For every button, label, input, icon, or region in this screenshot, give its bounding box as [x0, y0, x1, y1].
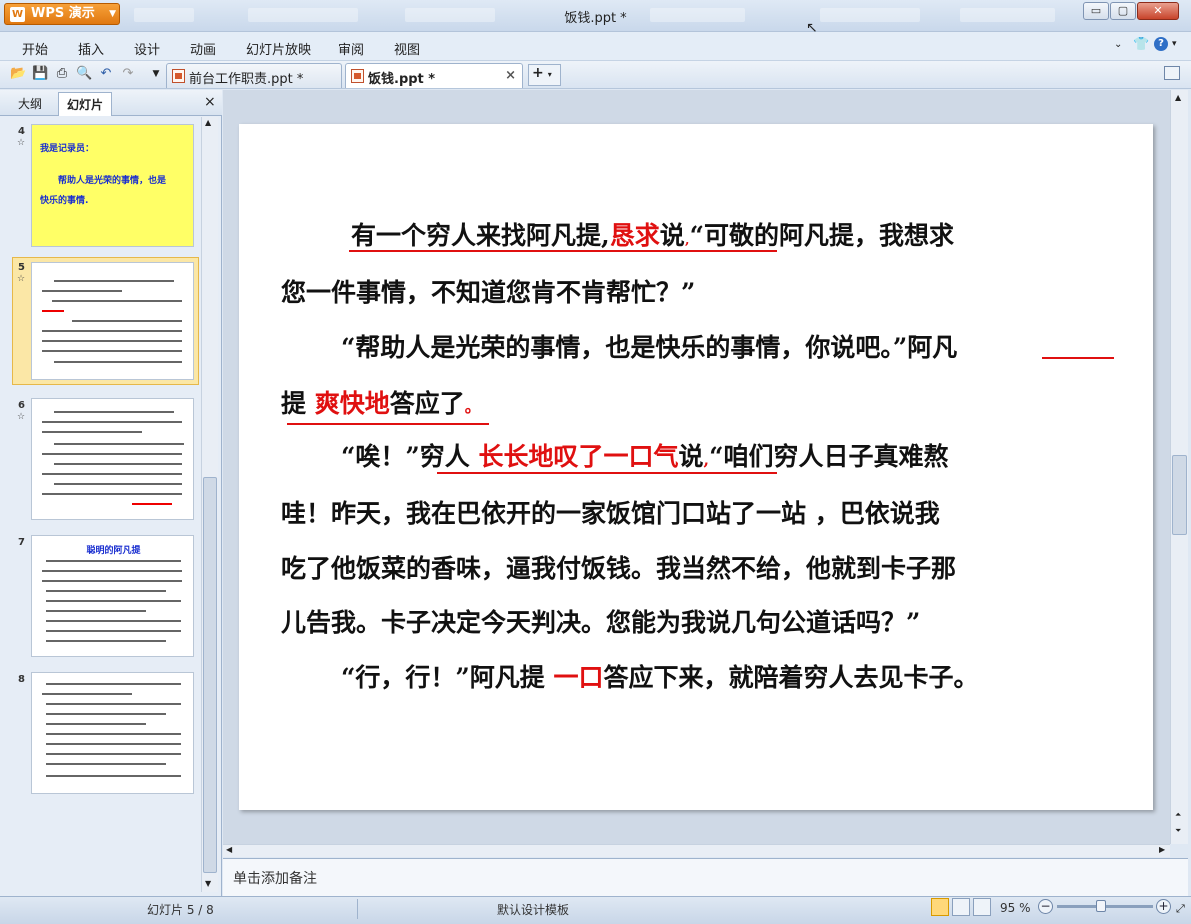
notes-pane[interactable]: 单击添加备注 — [223, 858, 1188, 896]
animation-star-icon: ☆ — [17, 138, 26, 148]
menu-design[interactable]: 设计 — [134, 39, 160, 58]
ribbon-collapse-icon[interactable]: ⌄ — [1114, 39, 1122, 50]
skin-icon[interactable]: 👕 — [1133, 37, 1149, 52]
scroll-up-icon[interactable]: ▲ — [1175, 93, 1181, 102]
thumb-text: 快乐的事情. — [40, 196, 89, 206]
thumb-text: 我是记录员： — [40, 144, 95, 154]
thumb-text: 帮助人是光荣的事情，也是 — [58, 176, 167, 186]
slide-number: 8 — [18, 674, 25, 685]
plus-icon: + — [532, 65, 544, 81]
slide-text-line: 吃了他饭菜的香味，逼我付饭钱。我当然不给，他就到卡子那 — [281, 554, 957, 583]
chevron-down-icon[interactable]: ▾ — [1172, 39, 1177, 49]
ppt-file-icon — [172, 69, 185, 83]
current-slide[interactable]: 有一个穷人来找阿凡提,恳求说‚“可敬的阿凡提，我想求 您一件事情，不知道您肯不肯… — [239, 124, 1153, 810]
template-name: 默认设计模板 — [497, 903, 570, 917]
red-underline — [287, 423, 489, 425]
scroll-down-icon[interactable]: ▼ — [205, 879, 211, 888]
slide-text-line: 哇！昨天，我在巴依开的一家饭馆门口站了一站 ，巴依说我 — [281, 499, 940, 528]
scroll-right-icon[interactable]: ▶ — [1159, 845, 1165, 854]
slide-thumbnail-8[interactable] — [31, 672, 194, 794]
minimize-button[interactable]: ▭ — [1083, 2, 1109, 20]
red-underline — [1042, 357, 1114, 359]
print-preview-icon[interactable]: 🔍 — [76, 66, 92, 82]
menu-home[interactable]: 开始 — [22, 39, 48, 58]
redo-icon[interactable]: ↷ — [120, 66, 136, 82]
open-folder-icon[interactable]: 📂 — [10, 66, 26, 82]
tab-slides[interactable]: 幻灯片 — [58, 92, 112, 116]
canvas-horizontal-scrollbar[interactable]: ◀ ▶ — [223, 844, 1170, 857]
close-pane-icon[interactable]: × — [204, 94, 216, 110]
close-tab-icon[interactable]: × — [505, 68, 516, 83]
slide-text-line: “唉！”穷人 长长地叹了一口气说,“咱们穷人日子真难熬 — [341, 442, 949, 471]
chevron-down-icon: ▾ — [547, 70, 552, 79]
zoom-in-button[interactable]: + — [1156, 899, 1171, 914]
menu-view[interactable]: 视图 — [394, 39, 420, 58]
new-tab-button[interactable]: + ▾ — [528, 64, 561, 86]
thumb-title: 聪明的阿凡提 — [86, 546, 141, 556]
canvas-vertical-scrollbar[interactable]: ▲ ⏶ ⏷ — [1170, 90, 1188, 844]
slide-text-line: “帮助人是光荣的事情，也是快乐的事情，你说吧。”阿凡 — [341, 333, 958, 362]
animation-star-icon: ☆ — [17, 274, 26, 284]
normal-view-button[interactable] — [931, 898, 949, 916]
divider — [357, 899, 358, 919]
fit-window-icon[interactable]: ⤢ — [1176, 902, 1185, 916]
menu-slideshow[interactable]: 幻灯片放映 — [246, 39, 311, 58]
slide-text-line: 提 爽快地答应了。 — [281, 389, 481, 418]
undo-icon[interactable]: ↶ — [98, 66, 114, 82]
maximize-button[interactable]: ▢ — [1110, 2, 1136, 20]
next-slide-icon[interactable]: ⏷ — [1175, 826, 1181, 836]
slide-number: 6 — [18, 400, 25, 411]
tab-label: 前台工作职责.ppt * — [189, 72, 304, 87]
print-icon[interactable]: ⎙ — [54, 66, 70, 82]
red-underline — [437, 472, 777, 474]
window-layout-icon[interactable] — [1164, 66, 1180, 80]
slide-number: 7 — [18, 537, 25, 548]
menu-animation[interactable]: 动画 — [190, 39, 216, 58]
zoom-slider-handle[interactable] — [1096, 900, 1106, 912]
slides-pane-scrollbar[interactable]: ▲ ▼ — [201, 117, 218, 892]
tab-fanqian[interactable]: 饭钱.ppt * × — [345, 63, 523, 88]
customize-toolbar-icon[interactable]: ▼ — [148, 66, 164, 82]
zoom-level: 95 % — [1000, 901, 1031, 915]
slide-sorter-view-button[interactable] — [952, 898, 970, 916]
slide-text-line: “行，行！”阿凡提 一口答应下来，就陪着穷人去见卡子。 — [341, 663, 979, 692]
close-window-button[interactable]: ✕ — [1137, 2, 1179, 20]
ppt-file-icon — [351, 69, 364, 83]
tab-qiantai[interactable]: 前台工作职责.ppt * — [166, 63, 342, 88]
slide-text-line: 您一件事情，不知道您肯不肯帮忙？” — [281, 278, 696, 307]
scroll-up-icon[interactable]: ▲ — [205, 118, 211, 127]
tab-outline[interactable]: 大纲 — [18, 95, 42, 112]
slide-number: 4 — [18, 126, 25, 137]
zoom-out-button[interactable]: − — [1038, 899, 1053, 914]
window-title: 饭钱.ppt * — [564, 11, 627, 26]
slide-counter: 幻灯片 5 / 8 — [147, 903, 214, 917]
menu-insert[interactable]: 插入 — [78, 39, 104, 58]
slide-thumbnail-6[interactable] — [31, 398, 194, 520]
prev-slide-icon[interactable]: ⏶ — [1175, 810, 1181, 820]
slide-number: 5 — [18, 262, 25, 273]
slide-text-line: 有一个穷人来找阿凡提,恳求说‚“可敬的阿凡提，我想求 — [351, 221, 955, 250]
tab-label: 饭钱.ppt * — [368, 72, 436, 87]
scroll-thumb[interactable] — [1172, 455, 1187, 535]
menu-review[interactable]: 审阅 — [338, 39, 364, 58]
scroll-left-icon[interactable]: ◀ — [226, 845, 232, 854]
slide-thumbnail-7[interactable]: 聪明的阿凡提 — [31, 535, 194, 657]
scroll-thumb[interactable] — [203, 477, 217, 873]
save-icon[interactable]: 💾 — [32, 66, 48, 82]
slideshow-view-button[interactable] — [973, 898, 991, 916]
notes-placeholder: 单击添加备注 — [233, 871, 317, 887]
slide-text-line: 儿告我。卡子决定今天判决。您能为我说几句公道话吗？” — [281, 608, 921, 637]
animation-star-icon: ☆ — [17, 412, 26, 422]
menu-bar — [0, 32, 1191, 60]
red-underline — [349, 250, 777, 252]
slide-thumbnail-5[interactable] — [31, 262, 194, 380]
help-icon[interactable]: ? — [1154, 37, 1168, 51]
slide-thumbnail-4[interactable]: 我是记录员： 帮助人是光荣的事情，也是 快乐的事情. — [31, 124, 194, 247]
